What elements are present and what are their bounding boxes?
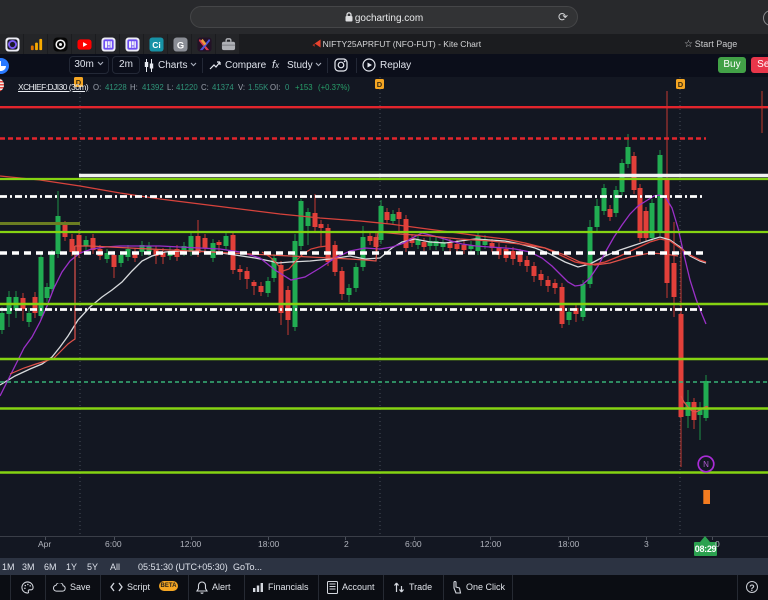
svg-text:Ci: Ci — [152, 39, 160, 49]
svg-text:N: N — [703, 460, 709, 469]
svg-text:G: G — [177, 40, 184, 50]
